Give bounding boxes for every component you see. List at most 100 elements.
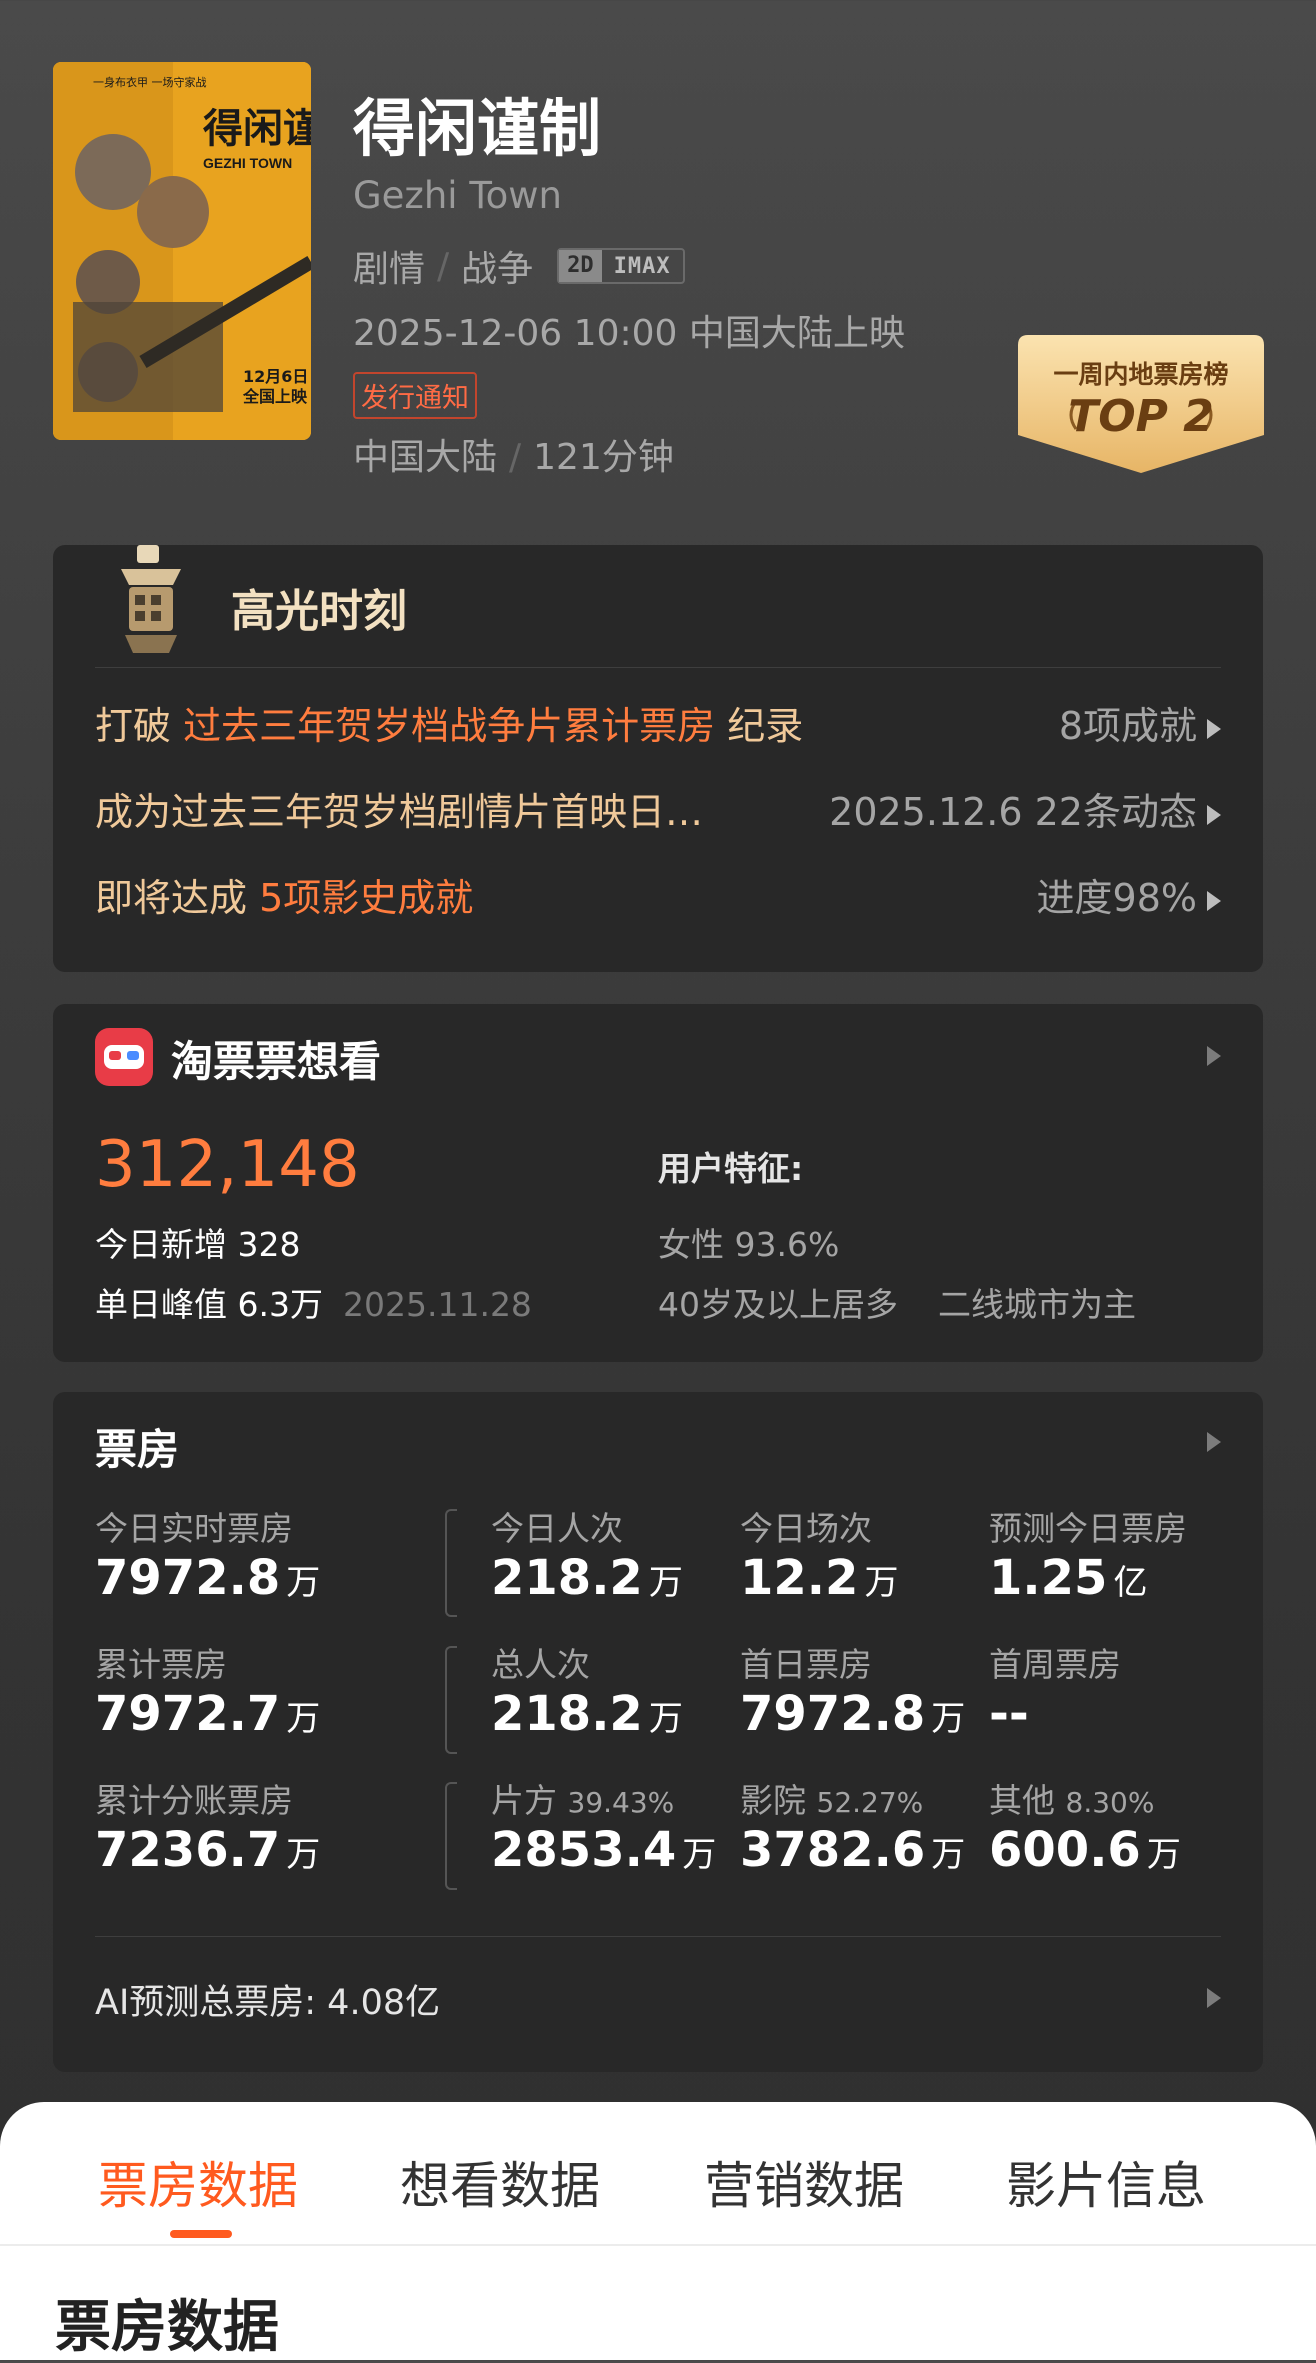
stat-number: 7236.7 [95, 1822, 281, 1878]
divider [0, 2244, 1316, 2246]
stat-label-text: 其他 [989, 1781, 1055, 1820]
stat-value: 7972.8 万 [95, 1550, 320, 1606]
tab-want-data[interactable]: 想看数据 [400, 2146, 600, 2218]
stat-label: 首周票房 [989, 1645, 1121, 1684]
stat-label: 累计分账票房 [95, 1781, 293, 1820]
highlights-title: 高光时刻 [231, 586, 407, 637]
highlight-row[interactable]: 成为过去三年贺岁档剧情片首映日… 2025.12.6 22条动态 [95, 781, 1221, 841]
release-notice-tag[interactable]: 发行通知 [353, 372, 477, 419]
stat-number: 218.2 [491, 1686, 643, 1742]
arrow-right-icon[interactable] [1207, 1432, 1221, 1452]
section-title: 票房数据 [55, 2295, 279, 2360]
arrow-right-icon[interactable] [1207, 1988, 1221, 2008]
highlight-text: 即将达成 5项影史成就 [95, 867, 473, 922]
peak-value: 单日峰值 6.3万 [95, 1285, 323, 1324]
stat-value: 7972.8 万 [740, 1686, 965, 1742]
stat-value: 3782.6 万 [740, 1822, 965, 1878]
stat-label: 片方 39.43% [491, 1774, 674, 1822]
poster-date-text: 12月6日全国上映 [242, 367, 308, 406]
group-bracket [445, 1646, 457, 1754]
stat-number: 7972.8 [95, 1550, 281, 1606]
stat-unit: 万 [286, 1563, 321, 1603]
stat-value: 218.2 万 [491, 1550, 683, 1606]
stat-label-text: 影院 [740, 1781, 806, 1820]
stat-unit: 万 [864, 1563, 899, 1603]
separator: / [437, 245, 450, 287]
stat-label: 今日实时票房 [95, 1509, 293, 1548]
highlight-emphasis: 过去三年贺岁档战争片累计票房 [183, 704, 716, 748]
highlight-suffix: 纪录 [715, 704, 804, 748]
movie-english-title: Gezhi Town [353, 174, 563, 217]
user-features-label: 用户特征: [658, 1149, 804, 1188]
release-info: 2025-12-06 10:00 中国大陆上映 [353, 313, 905, 354]
divider [95, 1936, 1221, 1937]
highlight-prefix: 即将达成 [95, 876, 260, 920]
arrow-right-icon [1207, 890, 1221, 911]
taopiaopiao-logo-icon [95, 1028, 153, 1086]
stat-percent: 39.43% [567, 1786, 675, 1819]
peak-date: 2025.11.28 [342, 1285, 532, 1324]
box-office-card[interactable]: 票房 今日实时票房 7972.8 万 今日人次 218.2 万 今日场次 12.2 万… [53, 1392, 1263, 2072]
region-duration: 中国大陆 / 121分钟 [353, 428, 674, 480]
arrow-right-icon [1207, 804, 1221, 825]
stat-number: 600.6 [989, 1822, 1141, 1878]
movie-title: 得闲谨制 [353, 92, 602, 165]
movie-poster[interactable]: 得闲谨制 GEZHI TOWN 一身布衣甲 一场守家战 12月6日全国上映 [53, 62, 311, 440]
highlights-card: 高光时刻 打破 过去三年贺岁档战争片累计票房 纪录 8项成就 成为过去三年贺岁档… [53, 545, 1263, 972]
stat-number: 2853.4 [491, 1822, 677, 1878]
user-demographics: 40岁及以上居多 二线城市为主 [658, 1278, 1136, 1326]
stat-value: 600.6 万 [989, 1822, 1181, 1878]
tab-marketing-data[interactable]: 营销数据 [704, 2146, 904, 2218]
stat-label: 预测今日票房 [989, 1509, 1187, 1548]
stat-unit: 万 [648, 1563, 683, 1603]
stat-number: 3782.6 [740, 1822, 926, 1878]
stat-label: 今日场次 [740, 1509, 872, 1548]
genre-1: 剧情 [353, 249, 426, 290]
active-tab-indicator [170, 2230, 232, 2238]
highlight-row[interactable]: 即将达成 5项影史成就 进度98% [95, 867, 1221, 927]
genre-2: 战争 [461, 249, 534, 290]
format-2d: 2D [559, 250, 602, 282]
stat-number: 12.2 [740, 1550, 859, 1606]
stat-label: 影院 52.27% [740, 1774, 923, 1822]
tab-box-office-data[interactable]: 票房数据 [98, 2146, 298, 2218]
highlight-prefix: 打破 [95, 704, 184, 748]
highlight-right: 进度98% [1037, 867, 1221, 922]
weekly-rank-badge[interactable]: 一周内地票房榜 TOP 2 [1018, 335, 1264, 473]
stat-value: 2853.4 万 [491, 1822, 716, 1878]
highlight-right: 8项成就 [1059, 695, 1221, 750]
want-title: 淘票票想看 [171, 1037, 382, 1086]
want-to-watch-card[interactable]: 淘票票想看 312,148 今日新增 328 单日峰值 6.3万 2025.11.… [53, 1004, 1263, 1362]
region: 中国大陆 [353, 437, 498, 478]
stat-label-text: 片方 [491, 1781, 557, 1820]
stat-percent: 8.30% [1065, 1786, 1155, 1819]
stat-percent: 52.27% [816, 1786, 924, 1819]
poster-tagline: 一身布衣甲 一场守家战 [93, 75, 207, 89]
want-count: 312,148 [95, 1128, 360, 1202]
film-director-icon [111, 545, 191, 653]
stat-unit: 万 [286, 1699, 321, 1739]
stat-unit: 万 [648, 1699, 683, 1739]
duration: 121分钟 [533, 437, 674, 478]
user-city: 二线城市为主 [938, 1285, 1136, 1324]
highlight-prefix: 成为过去三年贺岁档剧情片首映日… [95, 790, 704, 834]
group-bracket [445, 1782, 457, 1890]
stat-label: 总人次 [491, 1645, 590, 1684]
arrow-right-icon[interactable] [1207, 1046, 1221, 1066]
tab-film-info[interactable]: 影片信息 [1006, 2146, 1206, 2218]
stat-unit: 万 [931, 1835, 966, 1875]
stat-number: 218.2 [491, 1550, 643, 1606]
stat-label: 累计票房 [95, 1645, 227, 1684]
format-badge: 2D IMAX [557, 248, 685, 284]
separator: / [509, 437, 522, 478]
stat-number: 7972.8 [740, 1686, 926, 1742]
stat-unit: 亿 [1113, 1563, 1148, 1603]
highlight-text: 成为过去三年贺岁档剧情片首映日… [95, 781, 703, 836]
ai-forecast[interactable]: AI预测总票房: 4.08亿 [95, 1974, 440, 2025]
stat-label: 首日票房 [740, 1645, 872, 1684]
achievements-count: 8项成就 [1058, 704, 1197, 748]
highlight-row[interactable]: 打破 过去三年贺岁档战争片累计票房 纪录 8项成就 [95, 695, 1221, 755]
stat-value: 1.25 亿 [989, 1550, 1147, 1606]
stat-label: 今日人次 [491, 1509, 623, 1548]
progress-text: 进度98% [1036, 876, 1197, 920]
